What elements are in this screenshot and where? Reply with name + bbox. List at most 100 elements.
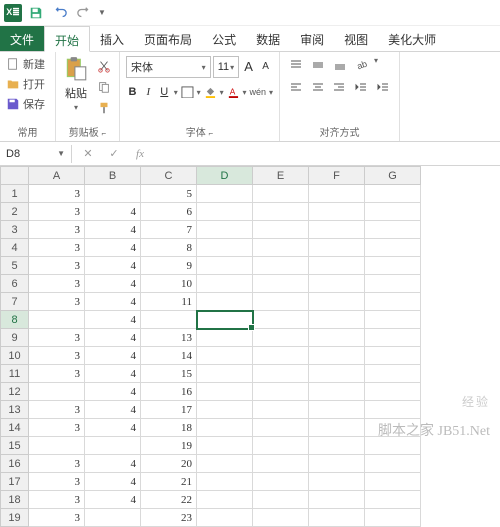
italic-button[interactable]: I — [142, 82, 155, 102]
cell[interactable] — [197, 419, 253, 437]
enter-icon[interactable]: ✓ — [104, 147, 124, 160]
cell[interactable] — [197, 383, 253, 401]
cell[interactable] — [253, 455, 309, 473]
name-box[interactable]: D8▼ — [0, 145, 72, 163]
cell[interactable] — [365, 437, 421, 455]
cell[interactable] — [365, 455, 421, 473]
cell[interactable] — [309, 401, 365, 419]
format-painter-icon[interactable] — [93, 98, 115, 118]
col-header-D[interactable]: D — [197, 167, 253, 185]
cell[interactable] — [253, 437, 309, 455]
cell[interactable] — [253, 473, 309, 491]
row-header-13[interactable]: 13 — [1, 401, 29, 419]
cell[interactable]: 4 — [85, 275, 141, 293]
worksheet[interactable]: ABCDEFG135234633474348534963410734118493… — [0, 166, 500, 527]
row-header-6[interactable]: 6 — [1, 275, 29, 293]
cell[interactable] — [365, 239, 421, 257]
tab-insert[interactable]: 插入 — [90, 26, 134, 51]
tab-layout[interactable]: 页面布局 — [134, 26, 202, 51]
col-header-E[interactable]: E — [253, 167, 309, 185]
row-header-17[interactable]: 17 — [1, 473, 29, 491]
cell[interactable]: 3 — [29, 293, 85, 311]
tab-review[interactable]: 审阅 — [290, 26, 334, 51]
formula-input[interactable] — [156, 151, 500, 157]
cell[interactable] — [253, 221, 309, 239]
cell[interactable]: 4 — [85, 365, 141, 383]
qat-dropdown-icon[interactable]: ▼ — [98, 8, 106, 17]
align-bottom-icon[interactable] — [330, 56, 350, 74]
font-name-select[interactable]: 宋体▾ — [126, 56, 211, 78]
cell[interactable] — [309, 365, 365, 383]
open-file-button[interactable]: 打开 — [6, 74, 49, 94]
cell[interactable]: 4 — [85, 473, 141, 491]
cell[interactable]: 15 — [141, 365, 197, 383]
select-all-corner[interactable] — [1, 167, 29, 185]
cell[interactable] — [253, 509, 309, 527]
cell[interactable] — [365, 419, 421, 437]
cell[interactable]: 3 — [29, 365, 85, 383]
cell[interactable] — [309, 293, 365, 311]
cell[interactable] — [253, 239, 309, 257]
cell[interactable]: 20 — [141, 455, 197, 473]
cell[interactable]: 6 — [141, 203, 197, 221]
cell[interactable] — [253, 257, 309, 275]
row-header-16[interactable]: 16 — [1, 455, 29, 473]
paste-button[interactable]: 粘贴 ▾ — [60, 54, 92, 118]
align-middle-icon[interactable] — [308, 56, 328, 74]
font-color-icon[interactable]: A — [227, 82, 240, 102]
cell[interactable] — [309, 239, 365, 257]
row-header-9[interactable]: 9 — [1, 329, 29, 347]
cell[interactable]: 4 — [85, 329, 141, 347]
cell[interactable] — [29, 437, 85, 455]
cell[interactable]: 13 — [141, 329, 197, 347]
row-header-4[interactable]: 4 — [1, 239, 29, 257]
cell[interactable] — [309, 329, 365, 347]
cell[interactable]: 3 — [29, 239, 85, 257]
cell[interactable] — [253, 293, 309, 311]
cell[interactable]: 4 — [85, 383, 141, 401]
save-icon[interactable] — [26, 3, 46, 23]
row-header-8[interactable]: 8 — [1, 311, 29, 329]
cell[interactable]: 4 — [85, 203, 141, 221]
cell[interactable] — [253, 311, 309, 329]
row-header-10[interactable]: 10 — [1, 347, 29, 365]
cell[interactable]: 21 — [141, 473, 197, 491]
new-file-button[interactable]: 新建 — [6, 54, 49, 74]
tab-file[interactable]: 文件 — [0, 26, 44, 51]
cell[interactable]: 4 — [85, 455, 141, 473]
cell[interactable] — [253, 275, 309, 293]
cell[interactable] — [365, 509, 421, 527]
cell[interactable] — [309, 383, 365, 401]
cell[interactable] — [85, 185, 141, 203]
row-header-1[interactable]: 1 — [1, 185, 29, 203]
cell[interactable]: 3 — [29, 419, 85, 437]
tab-view[interactable]: 视图 — [334, 26, 378, 51]
cell[interactable] — [365, 293, 421, 311]
cell[interactable] — [365, 203, 421, 221]
phonetic-icon[interactable]: wén — [250, 82, 267, 102]
indent-dec-icon[interactable] — [351, 78, 371, 96]
cell[interactable] — [29, 311, 85, 329]
cell[interactable] — [365, 329, 421, 347]
cut-icon[interactable] — [93, 56, 115, 76]
cell[interactable] — [197, 509, 253, 527]
cell[interactable] — [309, 509, 365, 527]
col-header-B[interactable]: B — [85, 167, 141, 185]
cell[interactable] — [365, 257, 421, 275]
row-header-11[interactable]: 11 — [1, 365, 29, 383]
cell[interactable] — [309, 185, 365, 203]
cell[interactable] — [197, 473, 253, 491]
cell[interactable] — [365, 383, 421, 401]
row-header-7[interactable]: 7 — [1, 293, 29, 311]
cell[interactable] — [253, 203, 309, 221]
cell[interactable]: 11 — [141, 293, 197, 311]
cell[interactable] — [309, 203, 365, 221]
cell[interactable] — [253, 419, 309, 437]
cell[interactable]: 4 — [85, 221, 141, 239]
row-header-2[interactable]: 2 — [1, 203, 29, 221]
cell[interactable] — [253, 329, 309, 347]
col-header-A[interactable]: A — [29, 167, 85, 185]
cell[interactable] — [365, 221, 421, 239]
cell[interactable] — [197, 257, 253, 275]
cell[interactable]: 3 — [29, 257, 85, 275]
